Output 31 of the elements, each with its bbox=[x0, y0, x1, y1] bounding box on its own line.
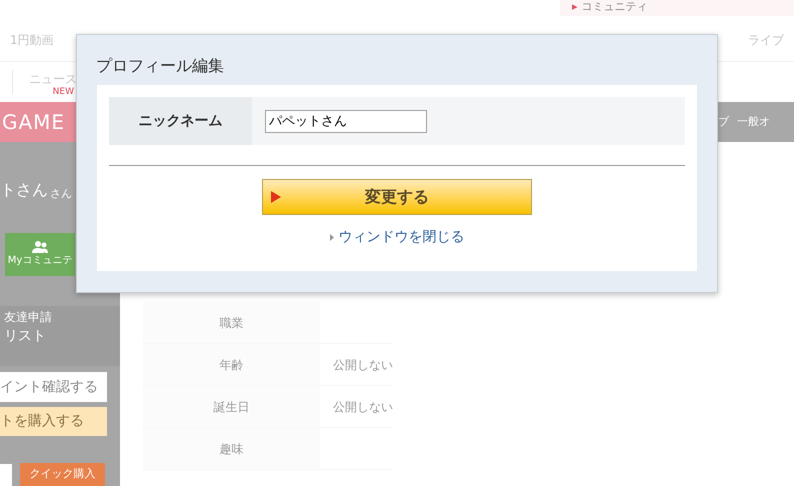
table-cell-text: 公開しない bbox=[333, 398, 393, 416]
buy-button[interactable]: トを購入する bbox=[0, 407, 107, 436]
table-cell: 年齢 bbox=[143, 344, 320, 385]
community-button[interactable]: Myコミュニテ bbox=[5, 233, 75, 276]
quick-buy-button[interactable]: クイック購入 bbox=[20, 463, 105, 486]
triangle-icon: ▸ bbox=[572, 0, 578, 14]
submit-button[interactable]: 変更する bbox=[262, 179, 532, 215]
triangle-icon bbox=[271, 191, 281, 203]
nav-link[interactable]: 1円動画 bbox=[10, 30, 54, 48]
honorific: さん bbox=[50, 186, 72, 202]
point-button[interactable]: イント確認する bbox=[0, 372, 107, 402]
list-link[interactable]: リスト bbox=[4, 326, 120, 347]
triangle-icon bbox=[330, 234, 334, 241]
table-cell: 趣味 bbox=[143, 428, 320, 469]
select-field[interactable] bbox=[0, 464, 12, 486]
field-label: ニックネーム bbox=[109, 97, 252, 145]
friend-request-link[interactable]: 友達申請 bbox=[4, 308, 120, 326]
nav-link[interactable]: ライブ bbox=[748, 30, 784, 48]
nickname-field[interactable]: パペットさん bbox=[265, 110, 427, 132]
table-cell-text: 公開しない bbox=[333, 356, 393, 374]
close-link[interactable]: ウィンドウを閉じる bbox=[330, 227, 464, 248]
menu-item[interactable]: 一般オ bbox=[737, 114, 770, 130]
table-cell: 職業 bbox=[143, 302, 320, 343]
top-link[interactable]: コミュニティ bbox=[582, 0, 648, 14]
game-banner[interactable]: GAME bbox=[0, 102, 76, 142]
new-label: NEW bbox=[52, 88, 74, 97]
table-cell: 誕生日 bbox=[143, 386, 320, 427]
dialog-title: プロフィール編集 bbox=[96, 55, 225, 77]
menu-item[interactable]: ブ bbox=[718, 114, 729, 130]
user-name: トさん bbox=[0, 179, 48, 201]
people-icon bbox=[32, 241, 48, 253]
